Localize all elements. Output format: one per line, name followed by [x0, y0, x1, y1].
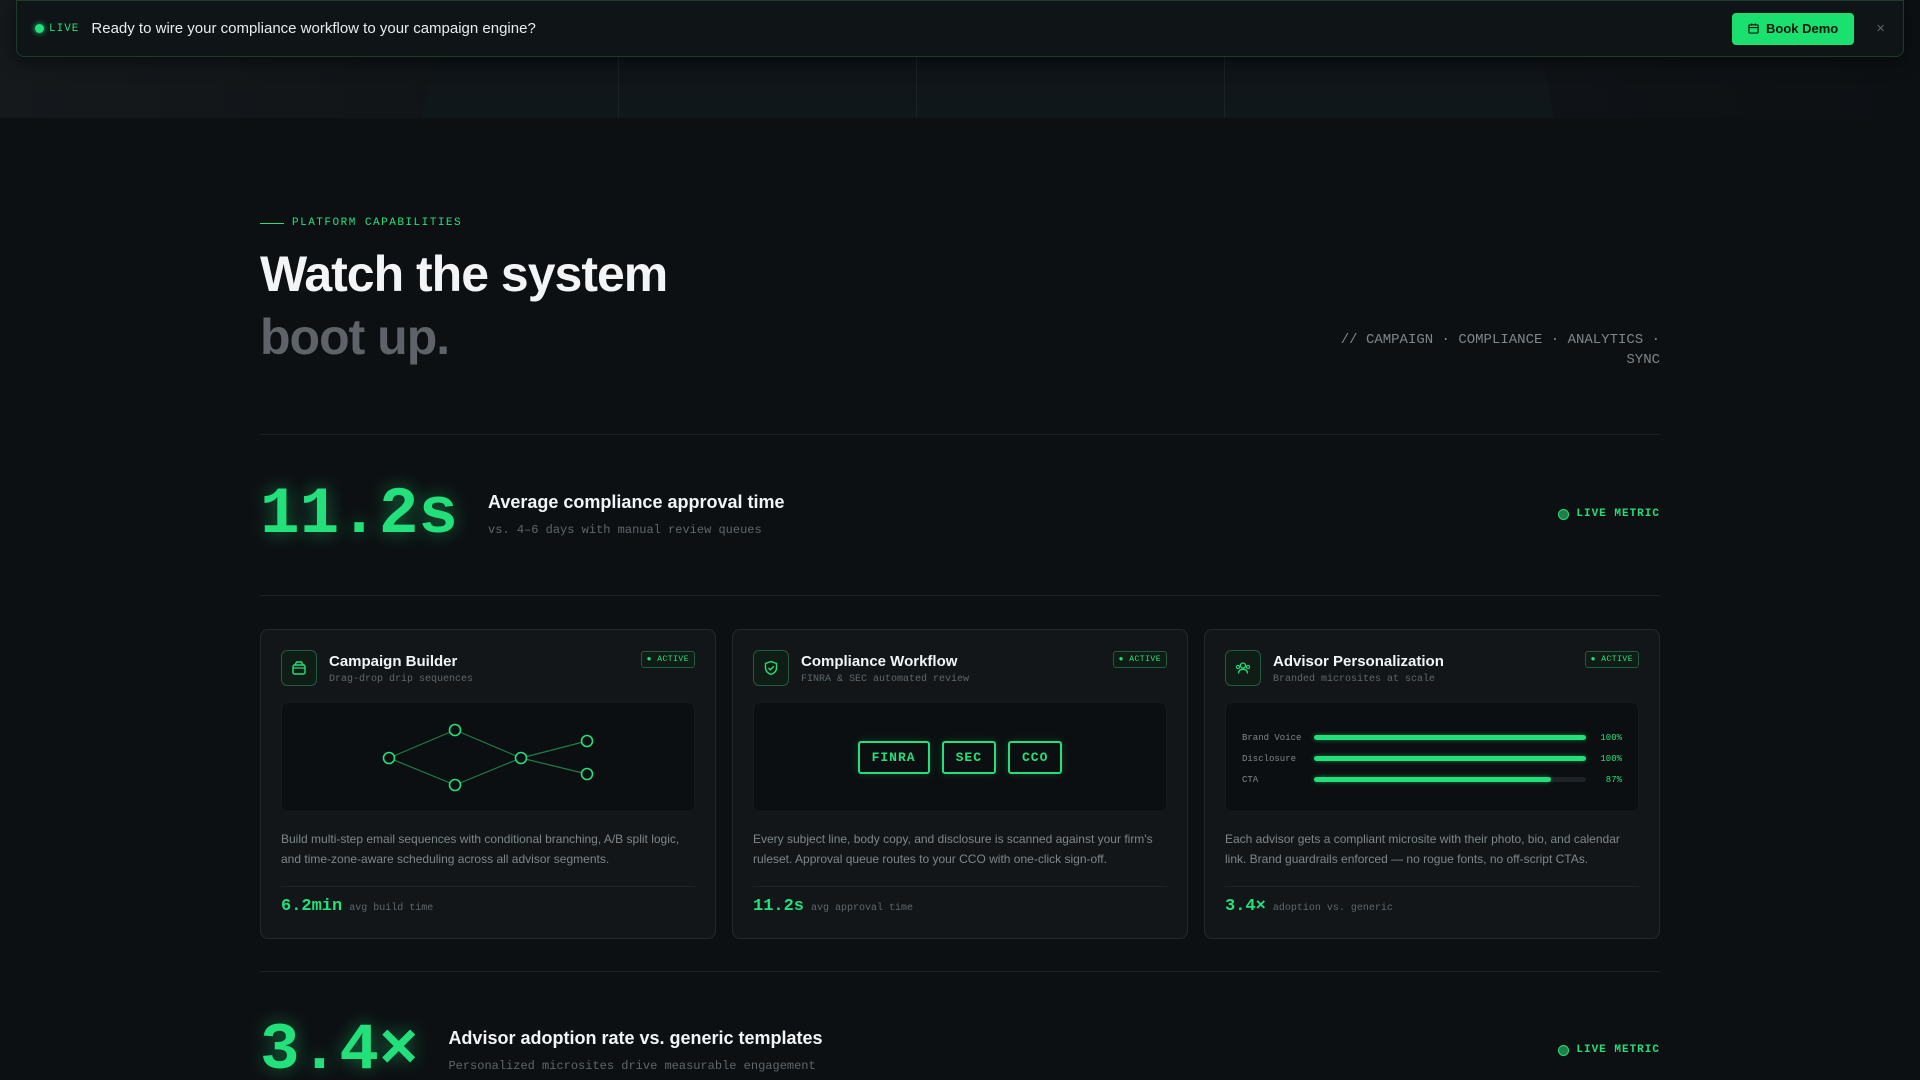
card-stat: 11.2s avg approval time: [753, 886, 1167, 916]
book-demo-label: Book Demo: [1766, 21, 1839, 36]
bar-row: Disclosure 100%: [1242, 748, 1622, 769]
metric-title: Advisor adoption rate vs. generic templa…: [448, 1027, 823, 1048]
bar-label: CTA: [1242, 774, 1259, 785]
status-badge: ● ACTIVE: [1112, 651, 1167, 668]
users-icon: [1225, 650, 1261, 686]
close-icon[interactable]: ×: [1876, 20, 1885, 37]
section-tagline: // CAMPAIGN · COMPLIANCE · ANALYTICS · S…: [1340, 332, 1660, 368]
metric-row: 11.2s Average compliance approval time v…: [260, 476, 1660, 552]
hero-gridline: [916, 56, 917, 118]
metric-row: 3.4× Advisor adoption rate vs. generic t…: [260, 1012, 1660, 1080]
bar-label: Disclosure: [1242, 753, 1297, 764]
flow-node: [580, 734, 594, 748]
card-subtitle: Drag-drop drip sequences: [329, 674, 474, 685]
live-metric-badge: LIVE METRIC: [1558, 1044, 1660, 1056]
bar-row: CTA 87%: [1242, 769, 1622, 790]
stat-value: 3.4×: [1225, 897, 1266, 916]
metric-text: Average compliance approval time vs. 4–6…: [488, 492, 784, 537]
tag-finra: FINRA: [857, 740, 930, 774]
bar-fill: [1314, 777, 1551, 782]
calendar-icon: [1748, 23, 1759, 34]
stat-label: avg approval time: [811, 903, 914, 914]
section-title: Watch the system: [260, 246, 668, 302]
status-badge: ● ACTIVE: [1584, 651, 1639, 668]
flow-node: [580, 767, 594, 781]
live-dot-icon: [1558, 508, 1570, 520]
card-subtitle: Branded microsites at scale: [1273, 674, 1436, 685]
bar-percent: 100%: [1600, 732, 1622, 743]
flow-node: [514, 751, 528, 765]
metric-subtitle: vs. 4–6 days with manual review queues: [488, 522, 762, 537]
live-dot-icon: [1558, 1044, 1570, 1056]
bar-fill: [1314, 756, 1586, 761]
stat-label: adoption vs. generic: [1272, 903, 1393, 914]
bar-percent: 87%: [1605, 774, 1622, 785]
tag-cco: CCO: [1008, 740, 1063, 774]
live-label: LIVE: [49, 22, 80, 35]
feature-cards: Campaign Builder Drag-drop drip sequence…: [260, 629, 1660, 939]
card-description: Each advisor gets a compliant microsite …: [1225, 832, 1620, 866]
metric-value: 11.2s: [260, 476, 459, 552]
hero-gridline: [618, 56, 619, 118]
card-campaign-builder[interactable]: Campaign Builder Drag-drop drip sequence…: [260, 629, 716, 939]
live-metric-label: LIVE METRIC: [1576, 1044, 1660, 1056]
card-subtitle: FINRA & SEC automated review: [801, 674, 970, 685]
card-description: Every subject line, body copy, and discl…: [753, 832, 1153, 866]
hero-gridline: [1224, 56, 1225, 118]
flow-node: [448, 723, 462, 737]
bar-row: Brand Voice 100%: [1242, 727, 1622, 748]
card-title: Campaign Builder: [329, 653, 458, 670]
book-demo-button[interactable]: Book Demo: [1732, 12, 1855, 45]
bar-fill: [1314, 735, 1586, 740]
flow-node: [382, 751, 396, 765]
live-metric-label: LIVE METRIC: [1576, 508, 1660, 520]
box-icon: [281, 650, 317, 686]
metric-value: 3.4×: [260, 1012, 419, 1080]
card-stat: 6.2min avg build time: [281, 886, 695, 916]
live-metric-badge: LIVE METRIC: [1558, 508, 1660, 520]
metric-title: Average compliance approval time: [488, 491, 785, 512]
status-badge: ● ACTIVE: [640, 651, 695, 668]
flow-node: [448, 778, 462, 792]
shield-check-icon: [753, 650, 789, 686]
card-title: Compliance Workflow: [801, 653, 958, 670]
tag-sec: SEC: [941, 740, 996, 774]
bar-label: Brand Voice: [1242, 732, 1302, 743]
regulator-tags: FINRA SEC CCO: [753, 702, 1167, 812]
flow-graph: [281, 702, 695, 812]
live-indicator: LIVE: [35, 23, 79, 35]
section-title-muted: boot up.: [260, 309, 450, 365]
bar-percent: 100%: [1600, 753, 1622, 764]
divider: [260, 971, 1660, 972]
card-stat: 3.4× adoption vs. generic: [1225, 886, 1639, 916]
eyebrow-line: [260, 222, 284, 224]
stat-value: 11.2s: [753, 897, 805, 916]
live-dot-icon: [35, 24, 44, 33]
banner-message: Ready to wire your compliance workflow t…: [91, 20, 536, 37]
divider: [260, 434, 1660, 435]
eyebrow-text: PLATFORM CAPABILITIES: [292, 217, 463, 229]
card-compliance-workflow[interactable]: Compliance Workflow FINRA & SEC automate…: [732, 629, 1188, 939]
section-eyebrow: PLATFORM CAPABILITIES: [260, 217, 462, 229]
divider: [260, 595, 1660, 596]
flow-graph-svg: [382, 723, 594, 792]
compliance-bars: Brand Voice 100% Disclosure 100% CTA 87%: [1225, 702, 1639, 812]
card-advisor-personalization[interactable]: Advisor Personalization Branded microsit…: [1204, 629, 1660, 939]
card-description: Build multi-step email sequences with co…: [281, 832, 680, 866]
card-title: Advisor Personalization: [1273, 653, 1444, 670]
announcement-banner: LIVE Ready to wire your compliance workf…: [16, 0, 1904, 57]
metric-text: Advisor adoption rate vs. generic templa…: [448, 1028, 822, 1073]
metric-subtitle: Personalized microsites drive measurable…: [448, 1058, 816, 1073]
stat-label: avg build time: [349, 903, 434, 914]
stat-value: 6.2min: [281, 897, 343, 916]
